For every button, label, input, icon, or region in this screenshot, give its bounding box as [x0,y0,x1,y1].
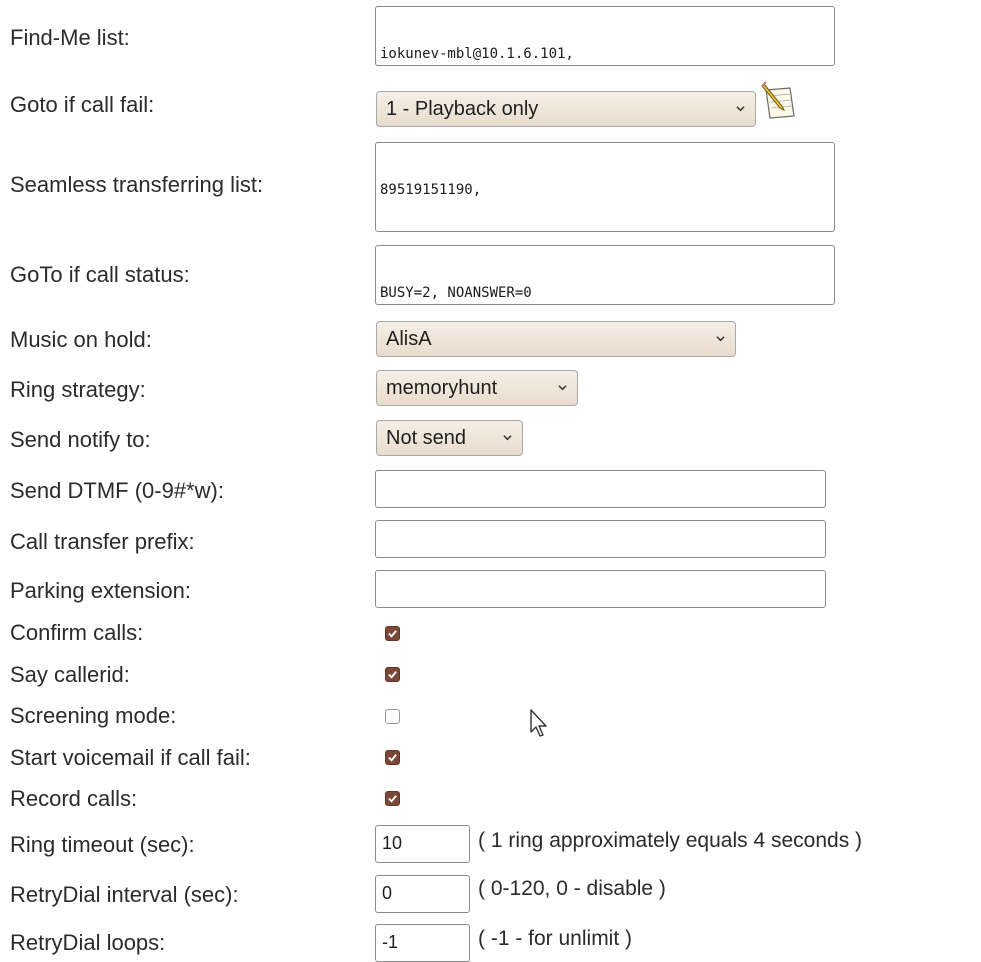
screening-mode-checkbox[interactable] [385,709,400,724]
ring-strategy-select[interactable]: memoryhunt [376,370,578,406]
send-dtmf-input[interactable] [375,470,826,508]
send-notify-select[interactable]: Not send [376,420,523,456]
retry-loops-hint: ( -1 - for unlimit ) [478,927,633,950]
mouse-cursor-icon [530,709,547,737]
transfer-prefix-input[interactable] [375,520,826,558]
music-on-hold-label: Music on hold: [10,327,152,352]
record-calls-label: Record calls: [10,786,138,811]
ring-timeout-input[interactable]: 10 [375,825,470,863]
send-notify-label: Send notify to: [10,427,151,452]
start-voicemail-checkbox[interactable] [385,750,400,765]
parking-ext-label: Parking extension: [10,578,191,603]
ring-strategy-value: memoryhunt [386,377,498,399]
music-on-hold-value: AlisA [386,328,432,350]
chevron-down-icon [716,336,725,342]
say-callerid-label: Say callerid: [10,662,130,687]
music-on-hold-select[interactable]: AlisA [376,321,736,357]
seamless-list-textarea[interactable]: 89519151190, 89506181122 [375,142,835,232]
retry-interval-hint: ( 0-120, 0 - disable ) [478,877,666,900]
retry-interval-label: RetryDial interval (sec): [10,882,239,907]
start-voicemail-label: Start voicemail if call fail: [10,745,251,770]
seamless-list-label: Seamless transferring list: [10,172,264,197]
chevron-down-icon [503,435,512,441]
goto-call-fail-select[interactable]: 1 - Playback only [376,91,756,127]
ring-timeout-label: Ring timeout (sec): [10,832,195,857]
goto-call-status-label: GoTo if call status: [10,262,190,287]
record-calls-checkbox[interactable] [385,791,400,806]
notepad-edit-icon[interactable] [760,80,800,122]
checkmark-icon [388,795,397,803]
find-me-list-textarea[interactable]: iokunev-mbl@10.1.6.101, 2501 [375,6,835,66]
goto-call-status-line: BUSY=2, NOANSWER=0 [380,285,532,301]
transfer-prefix-label: Call transfer prefix: [10,529,195,554]
checkmark-icon [388,671,397,679]
seamless-list-line1: 89519151190, [380,182,482,198]
checkmark-icon [388,630,397,638]
say-callerid-checkbox[interactable] [385,667,400,682]
confirm-calls-label: Confirm calls: [10,620,144,645]
screening-mode-label: Screening mode: [10,703,177,728]
chevron-down-icon [736,106,745,112]
chevron-down-icon [558,385,567,391]
retry-loops-label: RetryDial loops: [10,930,166,955]
checkmark-icon [388,754,397,762]
retry-interval-input[interactable]: 0 [375,875,470,913]
send-dtmf-label: Send DTMF (0-9#*w): [10,478,224,503]
retry-loops-input[interactable]: -1 [375,924,470,962]
goto-call-fail-value: 1 - Playback only [386,98,539,120]
find-me-list-label: Find-Me list: [10,25,130,50]
confirm-calls-checkbox[interactable] [385,626,400,641]
goto-call-status-textarea[interactable]: BUSY=2, NOANSWER=0 [375,245,835,305]
ring-timeout-hint: ( 1 ring approximately equals 4 seconds … [478,829,863,852]
goto-call-fail-label: Goto if call fail: [10,92,155,117]
parking-ext-input[interactable] [375,570,826,608]
send-notify-value: Not send [386,427,467,449]
ring-strategy-label: Ring strategy: [10,377,146,402]
find-me-list-line1: iokunev-mbl@10.1.6.101, [380,46,574,62]
